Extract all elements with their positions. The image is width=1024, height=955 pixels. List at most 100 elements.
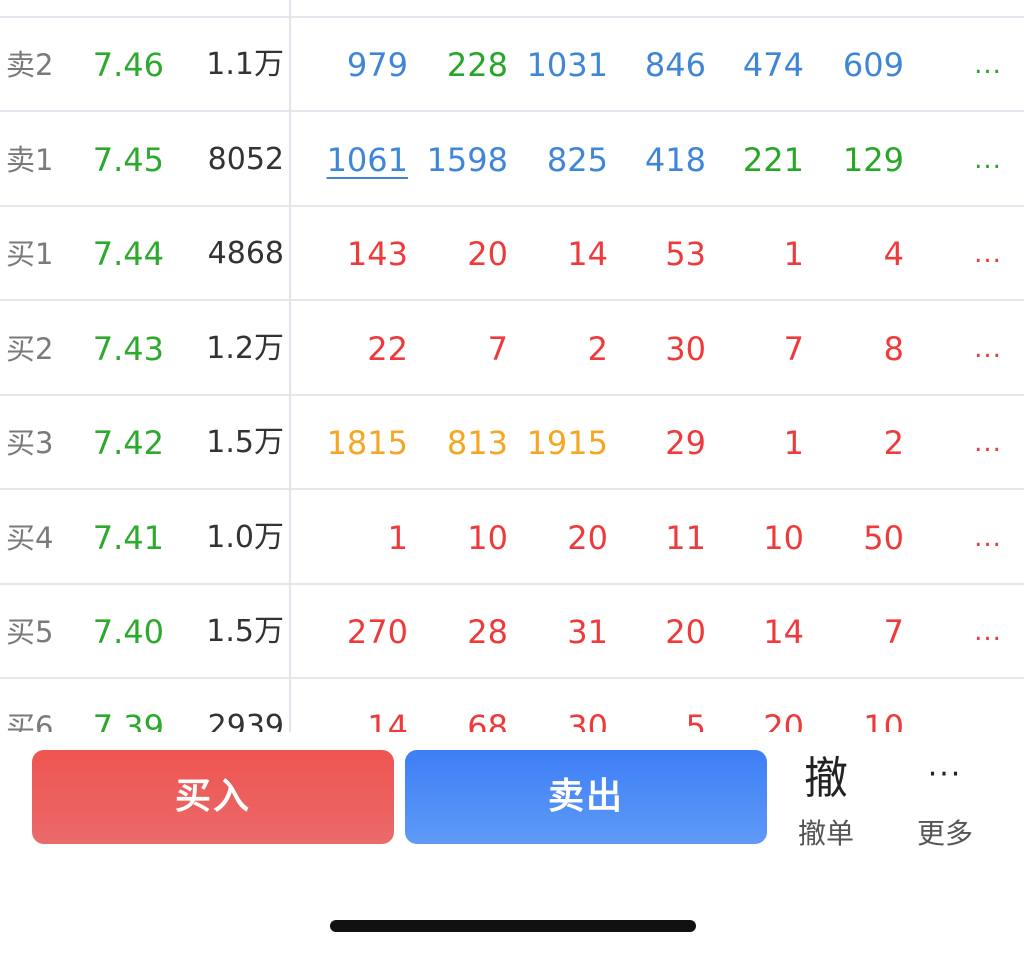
cancel-order-label: 撤单 xyxy=(797,817,854,850)
price-cell: 7.40 xyxy=(92,613,164,651)
queue-order-cell[interactable]: 22 xyxy=(300,302,408,396)
queue-more-button[interactable] xyxy=(968,680,1008,733)
volume-cell: 1.5万 xyxy=(206,425,284,460)
more-button[interactable]: ··· 更多 xyxy=(900,750,990,852)
queue-more-button[interactable]: ... xyxy=(968,302,1008,396)
volume-cell: 2939 xyxy=(207,708,284,733)
level-label: 买6 xyxy=(6,709,54,733)
price-cell: 7.42 xyxy=(92,424,164,462)
table-row[interactable]: 买1 7.44 4868 143 20 14 53 1 4... xyxy=(0,207,1024,301)
level-label: 卖1 xyxy=(6,142,54,177)
queue-order-cell[interactable]: 221 xyxy=(708,113,804,207)
queue-order-cell[interactable]: 30 xyxy=(610,302,706,396)
queue-order-cell[interactable]: 29 xyxy=(610,396,706,490)
queue-order-cell[interactable]: 4 xyxy=(806,207,904,301)
queue-order-cell[interactable]: 143 xyxy=(300,207,408,301)
queue-order-cell[interactable]: 53 xyxy=(610,207,706,301)
queue-order-cell[interactable]: 28 xyxy=(410,585,508,679)
price-cell: 7.39 xyxy=(92,707,164,733)
queue-order-cell[interactable]: 68 xyxy=(410,680,508,733)
queue-order-cell[interactable]: 1 xyxy=(708,207,804,301)
price-cell: 7.45 xyxy=(92,140,164,179)
table-row[interactable]: 卖2 7.46 1.1万 979 228 1031 846 474 609... xyxy=(0,18,1024,112)
table-row[interactable]: 买3 7.42 1.5万 1815 813 1915 29 1 2... xyxy=(0,396,1024,490)
queue-order-cell[interactable]: 5 xyxy=(610,680,706,733)
level-label: 买5 xyxy=(6,615,54,649)
table-row[interactable]: 买4 7.41 1.0万 1 10 20 11 10 50... xyxy=(0,491,1024,585)
price-cell: 7.46 xyxy=(92,46,164,84)
queue-order-cell[interactable]: 979 xyxy=(300,18,408,112)
queue-order-cell[interactable]: 1598 xyxy=(410,113,508,207)
queue-order-cell[interactable]: 31 xyxy=(510,585,608,679)
queue-more-button[interactable]: ... xyxy=(968,396,1008,490)
table-row[interactable]: 买2 7.43 1.2万 22 7 2 30 7 8... xyxy=(0,302,1024,396)
queue-order-cell[interactable]: 7 xyxy=(806,585,904,679)
sell-button[interactable]: 卖出 xyxy=(405,750,767,844)
home-indicator xyxy=(330,920,696,932)
buy-button[interactable]: 买入 xyxy=(32,750,394,844)
price-cell: 7.43 xyxy=(92,329,164,368)
volume-cell: 1.2万 xyxy=(206,330,284,366)
queue-order-cell[interactable]: 270 xyxy=(300,585,408,679)
volume-cell: 1.5万 xyxy=(206,614,284,649)
queue-order-cell[interactable]: 228 xyxy=(410,18,508,112)
volume-cell: 4868 xyxy=(207,236,284,271)
level-label: 卖2 xyxy=(6,48,54,82)
queue-order-cell[interactable]: 20 xyxy=(510,491,608,585)
queue-order-cell[interactable]: 2 xyxy=(510,302,608,396)
queue-order-cell[interactable]: 129 xyxy=(806,113,904,207)
more-icon: ··· xyxy=(927,757,963,792)
queue-order-cell[interactable]: 7 xyxy=(410,302,508,396)
queue-order-cell[interactable]: 1 xyxy=(300,491,408,585)
queue-order-cell[interactable]: 14 xyxy=(300,680,408,733)
queue-order-cell[interactable]: 846 xyxy=(610,18,706,112)
queue-order-cell[interactable]: 7 xyxy=(708,302,804,396)
cancel-order-icon: 撤 xyxy=(804,753,848,804)
table-row[interactable]: 买6 7.39 2939 14 68 30 5 20 10 xyxy=(0,680,1024,733)
volume-cell: 1.0万 xyxy=(206,519,284,555)
more-label: 更多 xyxy=(916,817,973,850)
queue-order-cell[interactable]: 30 xyxy=(510,680,608,733)
level-label: 买2 xyxy=(6,331,54,366)
queue-order-cell[interactable]: 10 xyxy=(806,680,904,733)
queue-order-cell[interactable]: 1061 xyxy=(300,113,408,207)
column-divider xyxy=(289,0,291,732)
queue-order-cell[interactable]: 8 xyxy=(806,302,904,396)
trade-action-bar: 买入 卖出 撤 撤单 ··· 更多 xyxy=(0,732,1024,955)
table-row xyxy=(0,0,1024,18)
level-label: 买4 xyxy=(6,520,54,555)
queue-order-cell[interactable]: 11 xyxy=(610,491,706,585)
queue-order-cell[interactable]: 825 xyxy=(510,113,608,207)
queue-order-cell[interactable]: 20 xyxy=(708,680,804,733)
price-cell: 7.41 xyxy=(92,518,164,557)
cancel-order-button[interactable]: 撤 撤单 xyxy=(781,750,871,852)
queue-order-cell[interactable]: 20 xyxy=(410,207,508,301)
queue-order-cell[interactable]: 474 xyxy=(708,18,804,112)
queue-order-cell[interactable]: 10 xyxy=(410,491,508,585)
volume-cell: 8052 xyxy=(207,141,284,177)
table-row[interactable]: 卖1 7.45 8052 1061 1598 825 418 221 129... xyxy=(0,113,1024,207)
queue-more-button[interactable]: ... xyxy=(968,113,1008,207)
level-label: 买3 xyxy=(6,426,54,460)
order-book-table: 卖2 7.46 1.1万 979 228 1031 846 474 609... 卖1 7.45 80… xyxy=(0,0,1024,732)
table-row[interactable]: 买5 7.40 1.5万 270 28 31 20 14 7... xyxy=(0,585,1024,679)
queue-order-cell[interactable]: 14 xyxy=(510,207,608,301)
queue-order-cell[interactable]: 1 xyxy=(708,396,804,490)
volume-cell: 1.1万 xyxy=(206,47,284,82)
queue-order-cell[interactable]: 14 xyxy=(708,585,804,679)
queue-order-cell[interactable]: 609 xyxy=(806,18,904,112)
queue-order-cell[interactable]: 1031 xyxy=(510,18,608,112)
queue-order-cell[interactable]: 20 xyxy=(610,585,706,679)
queue-order-cell[interactable]: 418 xyxy=(610,113,706,207)
queue-more-button[interactable]: ... xyxy=(968,491,1008,585)
price-cell: 7.44 xyxy=(92,235,164,273)
queue-more-button[interactable]: ... xyxy=(968,585,1008,679)
queue-more-button[interactable]: ... xyxy=(968,18,1008,112)
queue-order-cell[interactable]: 1915 xyxy=(510,396,608,490)
queue-order-cell[interactable]: 1815 xyxy=(300,396,408,490)
queue-order-cell[interactable]: 813 xyxy=(410,396,508,490)
queue-order-cell[interactable]: 2 xyxy=(806,396,904,490)
queue-more-button[interactable]: ... xyxy=(968,207,1008,301)
queue-order-cell[interactable]: 10 xyxy=(708,491,804,585)
queue-order-cell[interactable]: 50 xyxy=(806,491,904,585)
